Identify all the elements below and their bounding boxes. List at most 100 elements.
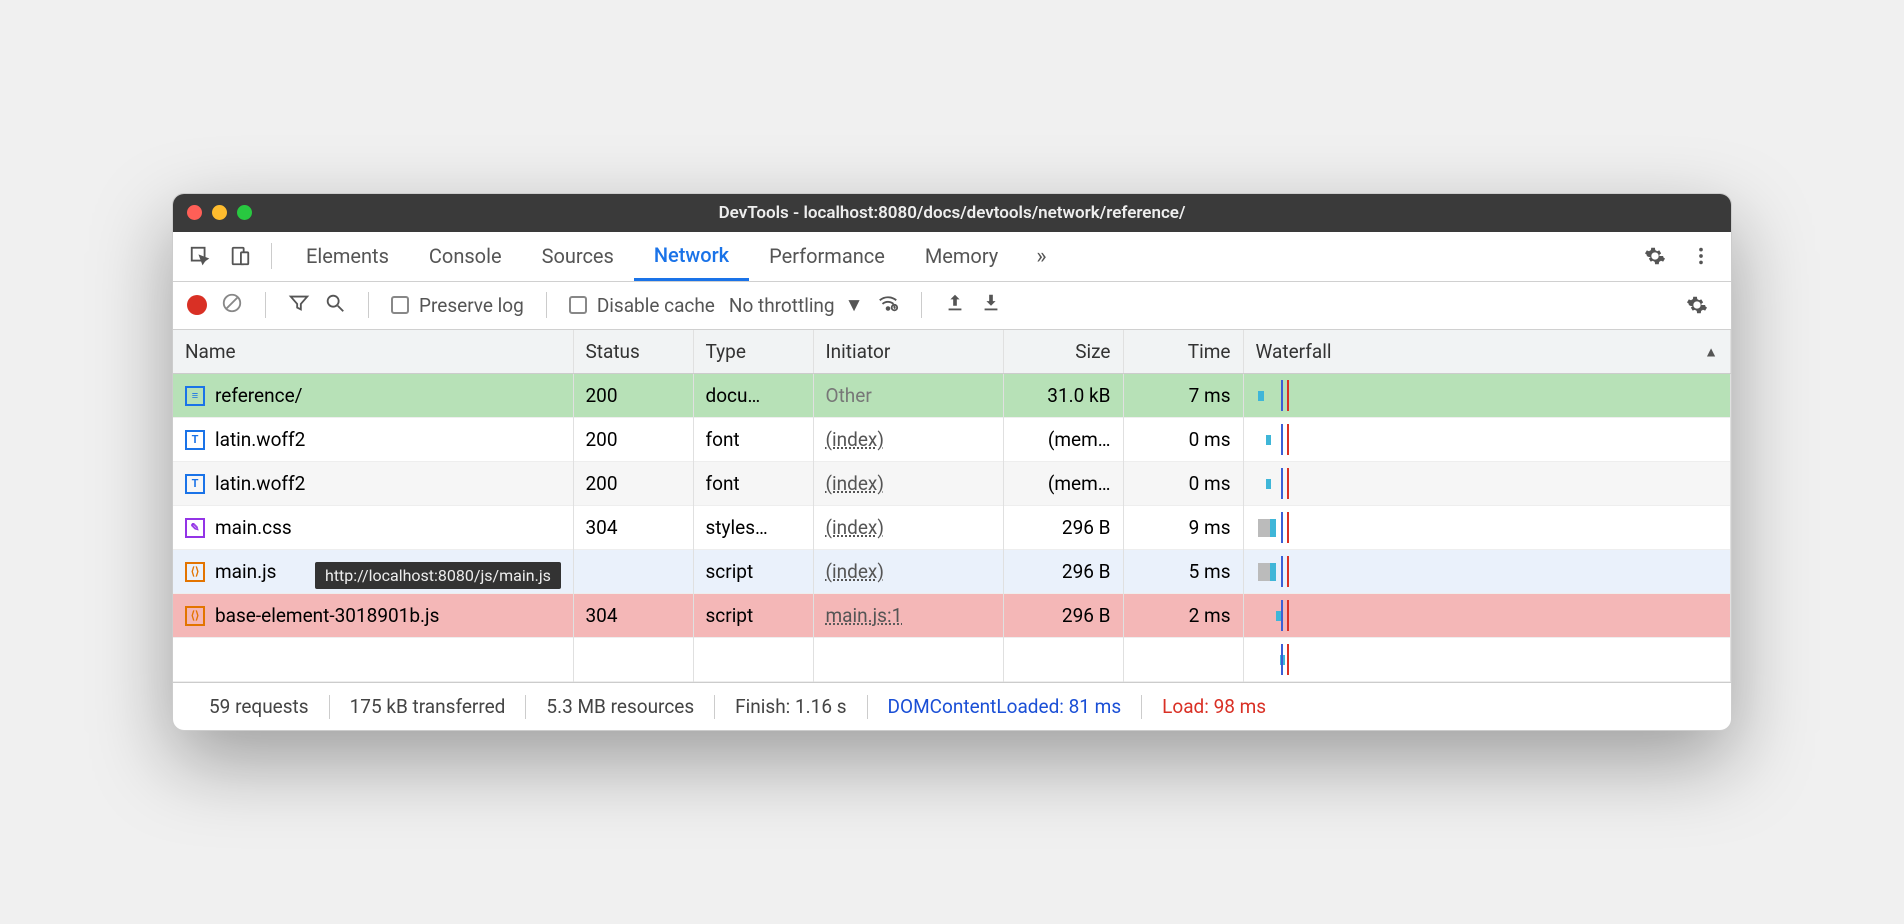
initiator-cell: (index): [813, 550, 1003, 594]
chevron-down-icon: ▼: [845, 293, 864, 317]
size-cell: (mem…: [1003, 418, 1123, 462]
initiator-link[interactable]: main.js:1: [826, 604, 903, 627]
tab-network[interactable]: Network: [634, 232, 749, 281]
initiator-cell: (index): [813, 418, 1003, 462]
tab-console[interactable]: Console: [409, 232, 522, 281]
dcl-marker: [1281, 556, 1283, 587]
panel-tabs: ElementsConsoleSourcesNetworkPerformance…: [173, 232, 1731, 282]
inspect-element-icon[interactable]: [183, 239, 217, 273]
network-row[interactable]: ≡ reference/200docu…Other31.0 kB7 ms: [173, 374, 1731, 418]
empty-row: [173, 638, 1731, 682]
dcl-marker: [1281, 424, 1283, 455]
initiator-cell: Other: [813, 374, 1003, 418]
close-window-button[interactable]: [187, 205, 202, 220]
time-cell: 5 ms: [1123, 550, 1243, 594]
settings-icon[interactable]: [1635, 245, 1675, 267]
record-button[interactable]: [187, 295, 207, 315]
stat-resources: 5.3 MB resources: [526, 695, 714, 718]
initiator-link[interactable]: (index): [826, 516, 884, 539]
request-name: latin.woff2: [215, 428, 305, 451]
download-har-icon[interactable]: [980, 292, 1002, 319]
request-name: latin.woff2: [215, 472, 305, 495]
search-icon[interactable]: [324, 292, 346, 319]
window-controls: [187, 205, 252, 220]
col-type[interactable]: Type: [693, 330, 813, 374]
network-row[interactable]: Tlatin.woff2200font(index)(mem…0 ms: [173, 418, 1731, 462]
waterfall-bar: [1266, 435, 1271, 445]
network-row[interactable]: ⟨⟩main.jshttp://localhost:8080/js/main.j…: [173, 550, 1731, 594]
devtools-window: DevTools - localhost:8080/docs/devtools/…: [172, 193, 1732, 732]
col-waterfall[interactable]: Waterfall ▲: [1243, 330, 1731, 374]
time-cell: 2 ms: [1123, 594, 1243, 638]
throttling-select[interactable]: No throttling ▼: [729, 293, 864, 317]
stat-finish: Finish: 1.16 s: [715, 695, 866, 718]
type-cell: font: [693, 462, 813, 506]
tab-elements[interactable]: Elements: [286, 232, 409, 281]
preserve-log-label: Preserve log: [419, 294, 524, 317]
col-time[interactable]: Time: [1123, 330, 1243, 374]
waterfall-bar: [1258, 391, 1264, 401]
load-marker: [1287, 380, 1289, 411]
col-name[interactable]: Name: [173, 330, 573, 374]
checkbox-icon: [391, 296, 409, 314]
filter-icon[interactable]: [288, 292, 310, 319]
js-file-icon: ⟨⟩: [185, 606, 205, 626]
col-size[interactable]: Size: [1003, 330, 1123, 374]
divider: [271, 243, 272, 269]
network-statusbar: 59 requests 175 kB transferred 5.3 MB re…: [173, 682, 1731, 730]
preserve-log-checkbox[interactable]: Preserve log: [391, 294, 524, 317]
tab-sources[interactable]: Sources: [522, 232, 634, 281]
throttling-value: No throttling: [729, 294, 835, 317]
type-cell: styles…: [693, 506, 813, 550]
waterfall-cell: [1256, 468, 1719, 499]
size-cell: 31.0 kB: [1003, 374, 1123, 418]
device-toolbar-icon[interactable]: [223, 239, 257, 273]
network-row[interactable]: ✎main.css304styles…(index)296 B9 ms: [173, 506, 1731, 550]
network-row[interactable]: ⟨⟩base-element-3018901b.js304scriptmain.…: [173, 594, 1731, 638]
status-cell: 200: [573, 418, 693, 462]
css-file-icon: ✎: [185, 518, 205, 538]
type-cell: docu…: [693, 374, 813, 418]
waterfall-cell: [1256, 512, 1719, 543]
size-cell: 296 B: [1003, 550, 1123, 594]
size-cell: (mem…: [1003, 462, 1123, 506]
initiator-link[interactable]: (index): [826, 472, 884, 495]
initiator-link[interactable]: (index): [826, 560, 884, 583]
checkbox-icon: [569, 296, 587, 314]
time-cell: 9 ms: [1123, 506, 1243, 550]
waterfall-bar: [1258, 519, 1276, 537]
divider: [921, 292, 922, 318]
clear-button[interactable]: [221, 292, 243, 319]
more-options-icon[interactable]: [1681, 245, 1721, 267]
dcl-marker: [1281, 600, 1283, 631]
col-status[interactable]: Status: [573, 330, 693, 374]
status-cell: 200: [573, 462, 693, 506]
col-waterfall-label: Waterfall: [1256, 340, 1332, 363]
network-settings-icon[interactable]: [1677, 294, 1717, 316]
load-marker: [1287, 468, 1289, 499]
tab-memory[interactable]: Memory: [905, 232, 1018, 281]
request-name: reference/: [215, 384, 303, 407]
minimize-window-button[interactable]: [212, 205, 227, 220]
network-toolbar: Preserve log Disable cache No throttling…: [173, 282, 1731, 330]
maximize-window-button[interactable]: [237, 205, 252, 220]
waterfall-cell: [1256, 556, 1719, 587]
disable-cache-checkbox[interactable]: Disable cache: [569, 294, 715, 317]
initiator-cell: main.js:1: [813, 594, 1003, 638]
col-initiator[interactable]: Initiator: [813, 330, 1003, 374]
status-cell: 200: [573, 374, 693, 418]
size-cell: 296 B: [1003, 506, 1123, 550]
type-cell: font: [693, 418, 813, 462]
network-table: Name Status Type Initiator Size Time Wat…: [173, 330, 1731, 683]
tab-performance[interactable]: Performance: [749, 232, 905, 281]
time-cell: 0 ms: [1123, 418, 1243, 462]
time-cell: 7 ms: [1123, 374, 1243, 418]
network-row[interactable]: Tlatin.woff2200font(index)(mem…0 ms: [173, 462, 1731, 506]
load-marker: [1287, 600, 1289, 631]
status-cell: 304: [573, 506, 693, 550]
doc-file-icon: ≡: [185, 386, 205, 406]
upload-har-icon[interactable]: [944, 292, 966, 319]
network-conditions-icon[interactable]: [877, 292, 899, 319]
initiator-link[interactable]: (index): [826, 428, 884, 451]
more-tabs-button[interactable]: »: [1024, 244, 1058, 269]
